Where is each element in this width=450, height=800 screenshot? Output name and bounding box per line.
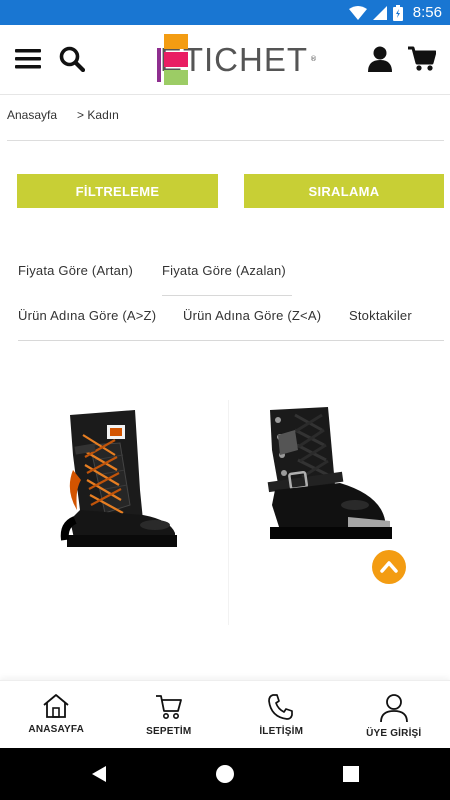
phone-icon [268,694,294,720]
user-icon [379,694,408,723]
logo-registered-mark: ® [310,55,317,63]
circle-home-icon [216,765,234,783]
bottom-navigation: ANASAYFA SEPETİM İLETİŞİM ÜYE GİRİŞİ [0,680,450,748]
nav-cart[interactable]: SEPETİM [113,681,226,748]
status-icons: 8:56 [348,0,442,25]
sort-option-name-za[interactable]: Ürün Adına Göre (Z<A) [183,308,321,323]
product-image [267,407,392,539]
filter-button[interactable]: FİLTRELEME [17,174,218,208]
nav-cart-label: SEPETİM [146,726,192,737]
product-card[interactable] [250,395,430,615]
sort-option-in-stock[interactable]: Stoktakiler [349,308,412,323]
nav-login[interactable]: ÜYE GİRİŞİ [338,681,450,748]
system-navigation-bar [0,748,450,800]
nav-login-label: ÜYE GİRİŞİ [366,728,422,739]
nav-home[interactable]: ANASAYFA [0,681,113,748]
menu-button[interactable] [8,39,48,79]
nav-contact-label: İLETİŞİM [259,726,304,737]
chevron-up-icon [380,561,398,573]
search-icon [59,46,85,72]
product-card[interactable] [35,395,215,615]
breadcrumb-home-link[interactable]: Anasayfa [7,108,57,122]
sort-option-price-asc[interactable]: Fiyata Göre (Artan) [18,263,133,278]
sort-button[interactable]: SIRALAMA [244,174,444,208]
home-button[interactable] [213,762,237,786]
menu-icon [15,49,41,69]
sort-options-divider [18,340,444,341]
product-image [60,410,177,547]
product-grid-divider [228,400,229,625]
breadcrumb-current[interactable]: > Kadın [77,108,119,122]
account-button[interactable] [360,39,400,79]
breadcrumb-divider [7,140,444,141]
user-icon [368,46,392,72]
breadcrumb: Anasayfa > Kadın [7,108,119,122]
cart-icon [155,695,182,719]
sort-option-name-az[interactable]: Ürün Adına Göre (A>Z) [18,308,156,323]
signal-icon [372,5,387,20]
home-icon [43,694,69,718]
recents-icon [343,766,359,782]
battery-icon [392,4,403,21]
recents-button[interactable] [339,762,363,786]
cart-button[interactable] [402,39,442,79]
logo-mark [157,34,188,86]
back-icon [92,766,106,782]
status-time: 8:56 [412,4,442,21]
back-button[interactable] [87,762,111,786]
nav-contact[interactable]: İLETİŞİM [225,681,338,748]
status-bar: 8:56 [0,0,450,25]
app-header: ETICHET ® [0,25,450,95]
wifi-icon [348,5,367,20]
sort-option-price-desc[interactable]: Fiyata Göre (Azalan) [162,263,286,278]
cart-icon [408,46,436,71]
scroll-to-top-button[interactable] [372,550,406,584]
brand-logo[interactable]: ETICHET ® [157,34,317,86]
sort-option-underline [162,295,292,296]
nav-home-label: ANASAYFA [28,724,85,735]
search-button[interactable] [52,39,92,79]
